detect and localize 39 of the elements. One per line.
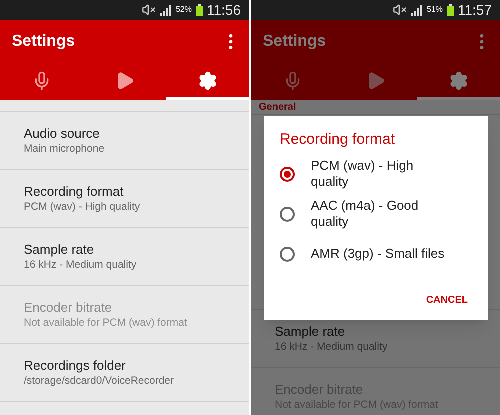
battery-percent: 52% [176,4,192,16]
setting-summary: Not available for PCM (wav) format [24,316,188,330]
battery-icon [196,4,203,16]
signal-icon [410,4,423,16]
settings-icon [198,70,218,90]
battery-percent: 51% [426,4,443,16]
setting-title: Sample rate [24,240,96,258]
battery-icon [447,4,454,16]
settings-icon [448,70,468,90]
option-label: PCM (wav) - High quality [311,158,415,190]
option-label: AAC (m4a) - Good quality [311,198,420,230]
setting-title: Recordings folder [24,356,127,374]
setting-summary: 16 kHz - Medium quality [275,340,389,354]
setting-title: Encoder bitrate [24,298,114,316]
radio-button[interactable] [280,166,295,182]
option-label: AMR (3gp) - Small files [311,246,446,262]
setting-summary: 16 kHz - Medium quality [24,258,138,272]
setting-summary: PCM (wav) - High quality [24,200,142,214]
clock-time: 11:57 [458,0,492,20]
setting-title: Audio source [24,124,101,142]
settings-row[interactable]: Recordings folder /storage/sdcard0/VoiceRecorder [0,344,249,402]
radio-button[interactable] [280,246,295,262]
setting-title: Sample rate [275,322,346,340]
mute-icon [392,3,407,17]
settings-row[interactable]: Audio source Main microphone [0,112,249,170]
dialog-title: Recording format [280,130,396,150]
cancel-button[interactable]: CANCEL [422,293,472,308]
setting-summary: Main microphone [24,142,106,156]
setting-summary: /storage/sdcard0/VoiceRecorder [24,374,175,388]
radio-button[interactable] [280,206,295,222]
setting-title: Recording format [24,182,125,200]
settings-row[interactable]: Recording format PCM (wav) - High quality [0,170,249,228]
settings-row[interactable]: Sample rate 16 kHz - Medium quality [0,228,249,286]
clock-time: 11:56 [207,0,241,20]
app-title: Settings [263,32,326,52]
section-header: General [259,100,296,114]
app-title: Settings [12,32,76,52]
signal-icon [160,4,172,16]
mute-icon [142,3,156,17]
